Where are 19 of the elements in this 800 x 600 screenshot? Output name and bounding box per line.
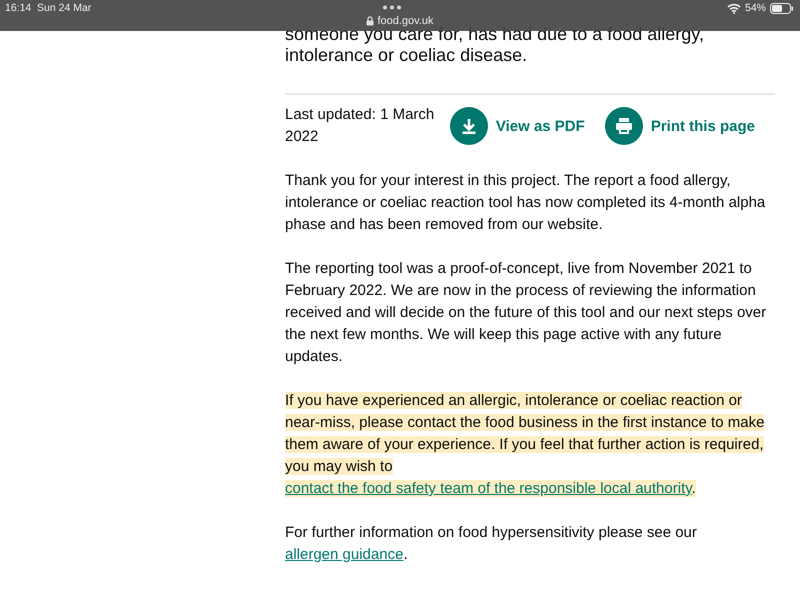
battery-percent: 54% [744,2,766,14]
lock-icon [366,16,374,26]
paragraph-text: For further information on food hypersensitivity please see our allergen guidance. [285,523,698,565]
action-link[interactable]: View as PDF [450,107,585,145]
action-icon [450,107,488,145]
address-text[interactable]: food.gov.uk [377,15,434,27]
paragraph-text: If you have experienced an allergic, intolerance or coeliac reaction or near-miss, please contact the food business in the first instance to make them aware of your experience. If you feel that further action is required, you may wish to contact the food safety team of the responsible local authority. [285,391,766,499]
wifi-icon [726,2,741,14]
more-icon[interactable] [382,5,402,10]
paragraph-text: The reporting tool was a proof-of-concept, live from November 2021 to February 2022. We are now in the process of reviewing the information received and will decide on the future of this tool and our next steps over the next few months. We will keep this page active with any future updates. [285,259,768,367]
text-link[interactable]: contact the food safety team of the responsible local authority [285,480,692,497]
last-updated-text: Last updated: 1 March 2022 [285,105,436,147]
status-date: Sun 24 Mar [37,2,92,14]
text-link[interactable]: allergen guidance [285,546,404,563]
status-time: 16:14 [5,2,32,14]
battery-icon [770,2,794,14]
action-link[interactable]: Print this page [604,107,755,145]
paragraph-text: Thank you for your interest in this project. The report a food allergy, intolerance or coeliac reaction tool has now completed its 4-month alpha phase and has been removed from our website. [285,171,766,235]
action-icon [604,107,643,145]
